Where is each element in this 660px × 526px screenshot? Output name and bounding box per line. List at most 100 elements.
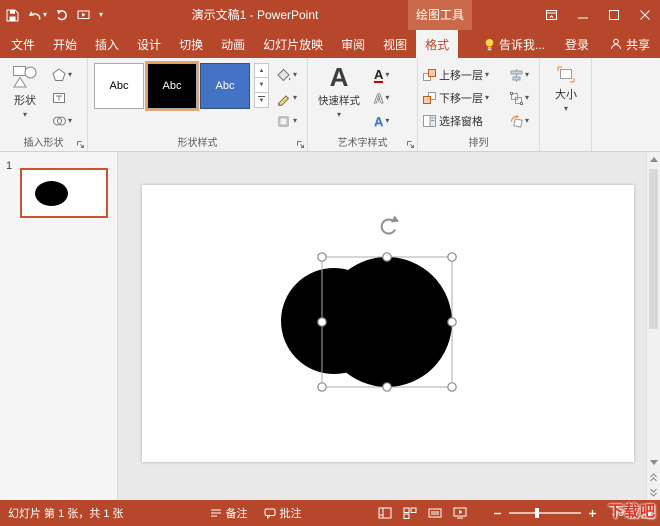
text-effects-icon: A (374, 115, 383, 128)
watermark: 下载吧 (608, 500, 656, 521)
tab-view[interactable]: 视图 (374, 30, 416, 58)
align-button[interactable]: ▾ (510, 66, 529, 84)
tab-transitions[interactable]: 切换 (170, 30, 212, 58)
group-objects-button[interactable]: ▾ (510, 89, 529, 107)
rotate-button[interactable]: ▾ (510, 112, 529, 130)
tab-design[interactable]: 设计 (128, 30, 170, 58)
size-button[interactable]: 大小 ▾ (544, 61, 588, 113)
shape-outline-button[interactable]: ▾ (276, 89, 297, 107)
tab-home[interactable]: 开始 (44, 30, 86, 58)
reading-view-button[interactable] (428, 507, 442, 519)
start-slideshow-button[interactable] (77, 10, 90, 21)
tab-file[interactable]: 文件 (2, 30, 44, 58)
maximize-button[interactable] (598, 0, 629, 30)
handle-middle-left[interactable] (318, 318, 326, 326)
tab-slideshow[interactable]: 幻灯片放映 (254, 30, 332, 58)
previous-slide-button[interactable] (647, 470, 660, 485)
handle-middle-right[interactable] (448, 318, 456, 326)
close-button[interactable] (629, 0, 660, 30)
slide-canvas[interactable] (142, 185, 634, 462)
shape-effects-button[interactable]: ▾ (276, 112, 297, 130)
dropdown-caret-icon: ▾ (293, 94, 297, 102)
text-outline-button[interactable]: A ▾ (374, 89, 389, 107)
save-button[interactable] (6, 9, 19, 22)
zoom-in-button[interactable] (588, 509, 597, 518)
group-arrange: 上移一层 ▾ 下移一层 ▾ 选择窗格 ▾ ▾ ▾ (418, 58, 540, 151)
selected-shape[interactable] (281, 257, 452, 387)
text-box-button[interactable] (52, 89, 66, 107)
gallery-scroll-up-button[interactable]: ▲ (254, 63, 269, 78)
rotation-handle[interactable] (382, 216, 399, 234)
gallery-scroll-down-button[interactable]: ▼ (254, 78, 269, 93)
insert-shapes-dialog-launcher[interactable] (76, 140, 85, 149)
ribbon-display-options-button[interactable] (536, 0, 567, 30)
shape-style-preset-3[interactable]: Abc (200, 63, 250, 109)
send-backward-icon (422, 91, 437, 105)
handle-bottom-right[interactable] (448, 383, 456, 391)
tab-animations[interactable]: 动画 (212, 30, 254, 58)
shapes-gallery-button[interactable]: 形状 ▾ (4, 59, 46, 119)
notes-label: 备注 (226, 505, 248, 521)
gallery-more-button[interactable]: ▼ (254, 93, 269, 108)
zoom-out-button[interactable] (493, 509, 502, 518)
shape-fill-button[interactable]: ▾ (276, 66, 297, 84)
handle-bottom-center[interactable] (383, 383, 391, 391)
send-backward-button[interactable]: 下移一层 ▾ (422, 89, 489, 107)
slide-indicator[interactable]: 幻灯片 第 1 张，共 1 张 (8, 505, 124, 521)
handle-bottom-left[interactable] (318, 383, 326, 391)
size-icon (557, 66, 575, 83)
zoom-slider[interactable] (509, 512, 581, 514)
dropdown-caret-icon: ▾ (23, 111, 27, 119)
dialog-launcher-icon (406, 140, 415, 149)
wordart-dialog-launcher[interactable] (406, 140, 415, 149)
tab-insert[interactable]: 插入 (86, 30, 128, 58)
customize-qat-button[interactable]: ▾ (99, 11, 103, 19)
dropdown-caret-icon: ▾ (525, 71, 529, 79)
shape-style-preset-2-selected[interactable]: Abc (147, 63, 197, 109)
text-fill-button[interactable]: A ▾ (374, 66, 389, 84)
tell-me-button[interactable]: 告诉我... (475, 36, 554, 53)
text-effects-button[interactable]: A ▾ (374, 112, 389, 130)
dropdown-caret-icon: ▾ (564, 105, 568, 113)
comments-button[interactable]: 批注 (264, 505, 302, 521)
scrollbar-track[interactable] (647, 167, 660, 455)
scroll-up-button[interactable] (647, 152, 660, 167)
handle-top-center[interactable] (383, 253, 391, 261)
merge-shapes-button[interactable]: ▾ (52, 112, 72, 130)
window-title: 演示文稿1 - PowerPoint (150, 0, 360, 30)
notes-button[interactable]: 备注 (210, 505, 248, 521)
minimize-button[interactable] (567, 0, 598, 30)
slide-sorter-view-button[interactable] (403, 507, 417, 519)
edit-shape-button[interactable]: ▾ (52, 66, 72, 84)
zoom-slider-thumb[interactable] (535, 508, 539, 518)
dropdown-caret-icon[interactable]: ▾ (43, 11, 47, 19)
notes-icon (210, 508, 222, 518)
dialog-launcher-icon (76, 140, 85, 149)
undo-button[interactable]: ▾ (28, 10, 47, 21)
tab-review[interactable]: 审阅 (332, 30, 374, 58)
powerpoint-window: ▾ ▾ 演示文稿1 - PowerPoint 绘图工具 (0, 0, 660, 526)
scrollbar-thumb[interactable] (649, 169, 658, 329)
shape-styles-dialog-launcher[interactable] (296, 140, 305, 149)
share-button[interactable]: 共享 (600, 36, 660, 53)
slide-thumbnail-selected[interactable] (20, 168, 108, 218)
sign-in-button[interactable]: 登录 (554, 36, 600, 53)
handle-top-right[interactable] (448, 253, 456, 261)
ribbon-tab-row: 文件 开始 插入 设计 切换 动画 幻灯片放映 审阅 视图 格式 告诉我... … (0, 30, 660, 58)
quick-access-toolbar: ▾ ▾ (6, 0, 103, 30)
reading-view-icon (428, 507, 442, 519)
bring-forward-label: 上移一层 (439, 67, 483, 83)
tab-format[interactable]: 格式 (416, 30, 458, 58)
next-slide-button[interactable] (647, 485, 660, 500)
slide-indicator-label: 幻灯片 第 1 张，共 1 张 (8, 505, 124, 521)
shape-style-preset-1[interactable]: Abc (94, 63, 144, 109)
quick-styles-button[interactable]: A 快速样式 ▾ (312, 59, 366, 119)
selection-pane-button[interactable]: 选择窗格 (422, 112, 483, 130)
slideshow-view-button[interactable] (453, 507, 467, 519)
scroll-down-button[interactable] (647, 455, 660, 470)
shape-effects-icon (276, 114, 291, 129)
redo-button[interactable] (56, 9, 68, 21)
normal-view-button[interactable] (378, 507, 392, 519)
handle-top-left[interactable] (318, 253, 326, 261)
bring-forward-button[interactable]: 上移一层 ▾ (422, 66, 489, 84)
